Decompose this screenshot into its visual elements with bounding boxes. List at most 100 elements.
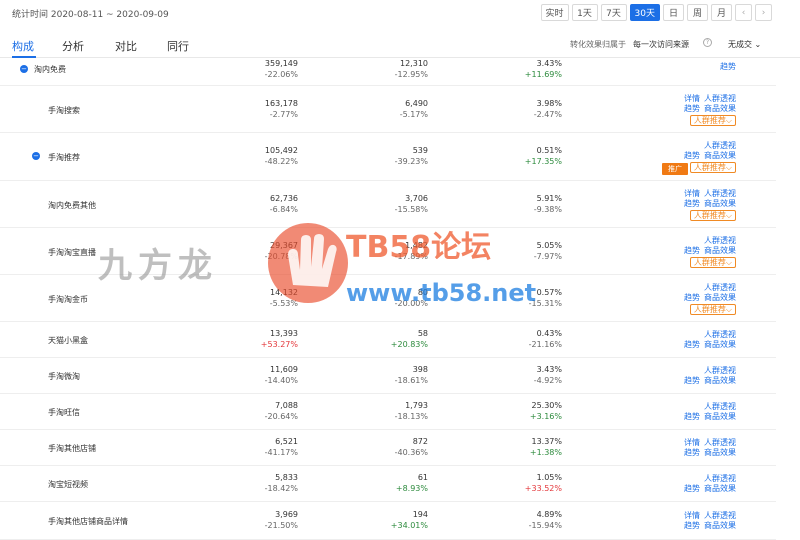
- link-product-effect[interactable]: 商品效果: [704, 484, 736, 493]
- crowd-recommend-button[interactable]: 人群推荐⌵: [689, 162, 736, 173]
- promo-button[interactable]: 推广: [662, 163, 688, 175]
- link-product-effect[interactable]: 商品效果: [704, 448, 736, 457]
- metric-cell-3: 3.43% +11.69%: [525, 58, 562, 80]
- table-row: − 淘内免费 359,149 -22.06% 12,310 -12.95% 3.43% +11…: [0, 58, 776, 86]
- source-name: 淘内免费: [34, 65, 66, 74]
- metric-cell-2: 194 +34.01%: [391, 509, 428, 531]
- period-button-1[interactable]: 1天: [571, 4, 598, 21]
- period-button-2[interactable]: 7天: [600, 4, 627, 21]
- link-details[interactable]: 详情: [684, 511, 700, 520]
- metric-change: -18.13%: [394, 412, 428, 421]
- link-trend[interactable]: 趋势: [720, 62, 736, 71]
- link-trend[interactable]: 趋势: [684, 521, 700, 530]
- link-trend[interactable]: 趋势: [684, 412, 700, 421]
- source-name: 淘宝短视频: [48, 480, 88, 489]
- link-product-effect[interactable]: 商品效果: [704, 412, 736, 421]
- link-crowd-insight[interactable]: 人群透视: [704, 511, 736, 520]
- metric-dropdown[interactable]: 无成交 ⌄: [728, 39, 761, 50]
- metric-change: +17.35%: [524, 157, 562, 166]
- link-crowd-insight[interactable]: 人群透视: [704, 366, 736, 375]
- metric-cell-2: 6,490 -5.17%: [400, 98, 428, 120]
- top-bar: 统计时间 2020-08-11 ~ 2020-09-09 实时 1天 7天 30天日周…: [0, 0, 800, 26]
- metric-cell-3: 5.91% -9.38%: [534, 193, 562, 215]
- expand-icon[interactable]: −: [32, 152, 40, 160]
- link-details[interactable]: 详情: [684, 189, 700, 198]
- metric-change: -21.50%: [264, 521, 298, 530]
- chevron-left-icon[interactable]: ‹: [735, 4, 752, 21]
- traffic-source-table: − 淘内免费 359,149 -22.06% 12,310 -12.95% 3.43% +11…: [0, 58, 800, 540]
- link-product-effect[interactable]: 商品效果: [704, 246, 736, 255]
- action-links: 详情 人群透视 趋势 商品效果: [680, 438, 736, 458]
- metric-cell-3: 13.37% +1.38%: [530, 436, 562, 458]
- tab-analysis[interactable]: 分析: [62, 38, 84, 54]
- tab-peers[interactable]: 同行: [167, 38, 189, 54]
- link-product-effect[interactable]: 商品效果: [704, 151, 736, 160]
- metric-change: -17.89%: [394, 251, 428, 261]
- period-button-3[interactable]: 30天: [629, 4, 660, 21]
- metric-change: +8.93%: [395, 484, 428, 493]
- link-trend[interactable]: 趋势: [684, 199, 700, 208]
- metric-value: 5,833: [275, 473, 298, 482]
- link-trend[interactable]: 趋势: [684, 340, 700, 349]
- source-name: 手淘推荐: [48, 153, 80, 162]
- crowd-recommend-button[interactable]: 人群推荐⌵: [689, 303, 736, 315]
- table-row: 手淘其他店铺商品详情 3,969 -21.50% 194 +34.01% 4.89% -15…: [0, 502, 776, 540]
- link-crowd-insight[interactable]: 人群透视: [704, 283, 736, 292]
- period-button-4[interactable]: 日: [663, 4, 684, 21]
- metric-cell-1: 13,393 +53.27%: [261, 328, 298, 350]
- tab-composition[interactable]: 构成: [12, 38, 34, 54]
- link-trend[interactable]: 趋势: [684, 376, 700, 385]
- link-crowd-insight[interactable]: 人群透视: [704, 94, 736, 103]
- link-crowd-insight[interactable]: 人群透视: [704, 402, 736, 411]
- link-crowd-insight[interactable]: 人群透视: [704, 189, 736, 198]
- link-product-effect[interactable]: 商品效果: [704, 376, 736, 385]
- link-trend[interactable]: 趋势: [684, 448, 700, 457]
- metric-value: 3.43%: [536, 59, 562, 68]
- metric-change: +1.38%: [529, 448, 562, 457]
- link-trend[interactable]: 趋势: [684, 484, 700, 493]
- period-button-6[interactable]: 月: [711, 4, 732, 21]
- link-crowd-insight[interactable]: 人群透视: [704, 330, 736, 339]
- link-details[interactable]: 详情: [684, 94, 700, 103]
- attribution-dropdown[interactable]: 每一次访问来源: [633, 39, 689, 50]
- link-crowd-insight[interactable]: 人群透视: [704, 438, 736, 447]
- link-product-effect[interactable]: 商品效果: [704, 340, 736, 349]
- link-product-effect[interactable]: 商品效果: [704, 521, 736, 530]
- metric-value: 105,492: [264, 146, 298, 155]
- link-product-effect[interactable]: 商品效果: [704, 199, 736, 208]
- metric-change: +34.01%: [390, 521, 428, 530]
- metric-value: 3,706: [405, 193, 428, 203]
- metric-value: 0.51%: [536, 146, 562, 155]
- link-trend[interactable]: 趋势: [684, 104, 700, 113]
- link-crowd-insight[interactable]: 人群透视: [704, 236, 736, 245]
- crowd-recommend-button[interactable]: 人群推荐⌵: [689, 209, 736, 221]
- period-button-0[interactable]: 实时: [540, 4, 569, 21]
- link-product-effect[interactable]: 商品效果: [704, 104, 736, 113]
- metric-change: +11.69%: [524, 70, 562, 79]
- metric-cell-2: 872 -40.36%: [395, 436, 428, 458]
- crowd-recommend-button[interactable]: 人群推荐⌵: [689, 114, 736, 126]
- metric-change: -20.64%: [264, 412, 298, 421]
- metric-change: -15.58%: [394, 204, 428, 214]
- table-row: 手淘淘金币 14,132 -5.53% 80 -20.00% 0.57% -15.31% 人群…: [0, 275, 776, 322]
- link-trend[interactable]: 趋势: [684, 246, 700, 255]
- expand-icon[interactable]: −: [20, 65, 28, 73]
- chevron-right-icon[interactable]: ›: [755, 4, 772, 21]
- question-circle-icon[interactable]: ?: [703, 38, 712, 47]
- link-crowd-insight[interactable]: 人群透视: [704, 474, 736, 483]
- link-details[interactable]: 详情: [684, 438, 700, 447]
- tab-compare[interactable]: 对比: [115, 38, 137, 54]
- link-product-effect[interactable]: 商品效果: [704, 293, 736, 302]
- metric-change: -48.22%: [264, 157, 298, 166]
- crowd-recommend-button[interactable]: 人群推荐⌵: [689, 256, 736, 268]
- link-trend[interactable]: 趋势: [684, 151, 700, 160]
- table-row: 手淘旺信 7,088 -20.64% 1,793 -18.13% 25.30% +3.16%…: [0, 394, 776, 430]
- metric-value: 80: [417, 287, 428, 297]
- source-name: 手淘淘金币: [48, 294, 88, 304]
- period-button-5[interactable]: 周: [687, 4, 708, 21]
- metric-value: 61: [417, 473, 428, 482]
- source-name: 手淘搜索: [48, 105, 80, 115]
- metric-change: +20.83%: [390, 340, 428, 349]
- link-crowd-insight[interactable]: 人群透视: [704, 141, 736, 150]
- link-trend[interactable]: 趋势: [684, 293, 700, 302]
